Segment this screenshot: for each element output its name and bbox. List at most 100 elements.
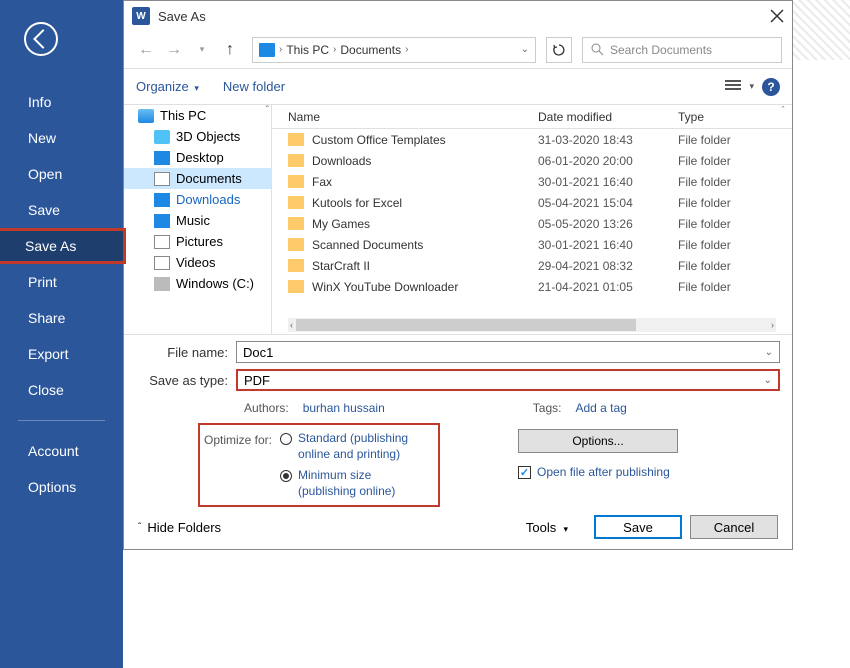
file-type: File folder [678,259,731,273]
sidebar-item-open[interactable]: Open [0,156,123,192]
file-date: 29-04-2021 08:32 [538,259,678,273]
sidebar-item-share[interactable]: Share [0,300,123,336]
tree-pictures[interactable]: Pictures [124,231,271,252]
cancel-button[interactable]: Cancel [690,515,778,539]
authors-value[interactable]: burhan hussain [303,401,385,415]
col-date[interactable]: Date modified [538,110,678,124]
file-name: My Games [312,217,370,231]
tree-music[interactable]: Music [124,210,271,231]
file-date: 30-01-2021 16:40 [538,238,678,252]
downloads-icon [154,193,170,207]
table-row[interactable]: Scanned Documents 30-01-2021 16:40File fo… [272,234,792,255]
file-date: 21-04-2021 01:05 [538,280,678,294]
dropdown-icon[interactable]: ⌄ [765,347,773,358]
table-row[interactable]: Kutools for Excel05-04-2021 15:04File fo… [272,192,792,213]
nav-recent-caret-icon[interactable]: ▾ [190,38,214,62]
sidebar-item-save-as[interactable]: Save As [0,228,126,264]
filename-input[interactable]: Doc1⌄ [236,341,780,363]
explorer: ˆ This PC 3D Objects Desktop Documents D… [124,105,792,335]
file-name: Custom Office Templates [312,133,446,147]
nav-up-icon[interactable]: ↑ [218,38,242,62]
view-caret-icon[interactable]: ▾ [749,81,754,92]
radio-minimum[interactable]: Minimum size (publishing online) [280,468,428,499]
toolbar: Organize ▾ New folder ▾ ? [124,69,792,105]
tree-videos[interactable]: Videos [124,252,271,273]
tree-windows-c[interactable]: Windows (C:) [124,273,271,294]
table-row[interactable]: StarCraft II29-04-2021 08:32File folder [272,255,792,276]
scroll-left-icon[interactable]: ‹ [288,320,295,330]
file-type: File folder [678,217,731,231]
folder-tree: ˆ This PC 3D Objects Desktop Documents D… [124,105,272,334]
sidebar-item-info[interactable]: Info [0,84,123,120]
breadcrumb[interactable]: › This PC › Documents › ⌄ [252,37,536,63]
options-button[interactable]: Options... [518,429,678,453]
col-name[interactable]: Name [288,110,538,124]
authors-label: Authors: [244,401,289,415]
tags-value[interactable]: Add a tag [575,401,626,415]
table-row[interactable]: Custom Office Templates31-03-2020 18:43F… [272,129,792,150]
tree-documents[interactable]: Documents [124,168,271,189]
chevron-up-icon: ˆ [138,522,141,533]
sidebar-item-export[interactable]: Export [0,336,123,372]
tree-this-pc[interactable]: This PC [124,105,271,126]
table-row[interactable]: Fax30-01-2021 16:40File folder [272,171,792,192]
scroll-up-icon[interactable]: ˆ [266,105,269,116]
save-type-label: Save as type: [136,373,236,388]
dialog-title: Save As [158,9,770,24]
sidebar-item-save[interactable]: Save [0,192,123,228]
scrollbar-thumb[interactable] [296,319,636,331]
organize-button[interactable]: Organize ▾ [136,79,199,94]
hide-folders-button[interactable]: ˆ Hide Folders [138,520,221,535]
horizontal-scrollbar[interactable]: ‹ › [288,318,776,332]
documents-icon [154,172,170,186]
file-date: 30-01-2021 16:40 [538,175,678,189]
breadcrumb-folder[interactable]: Documents [340,43,401,57]
radio-standard[interactable]: Standard (publishing online and printing… [280,431,428,462]
close-icon[interactable] [770,9,784,23]
tree-downloads[interactable]: Downloads [124,189,271,210]
nav-back-icon[interactable]: ← [134,38,158,62]
checkbox-icon: ✓ [518,466,531,479]
search-placeholder: Search Documents [610,43,712,57]
scroll-right-icon[interactable]: › [769,320,776,330]
breadcrumb-dropdown-icon[interactable]: ⌄ [521,44,529,55]
file-list: Name Date modified Type Custom Office Te… [272,105,792,334]
folder-icon [288,133,304,146]
pc-icon [138,109,154,123]
back-button[interactable] [24,22,58,56]
nav-forward-icon: → [162,38,186,62]
table-row[interactable]: WinX YouTube Downloader21-04-2021 01:05F… [272,276,792,297]
folder-icon [288,154,304,167]
col-type[interactable]: Type [678,110,758,124]
breadcrumb-pc[interactable]: This PC [286,43,329,57]
sidebar-item-options[interactable]: Options [0,469,123,505]
chevron-right-icon: › [333,44,336,55]
tools-dropdown[interactable]: Tools ▾ [526,520,568,535]
help-icon[interactable]: ? [762,78,780,96]
new-folder-button[interactable]: New folder [223,79,285,94]
word-icon: W [132,7,150,25]
sidebar-item-new[interactable]: New [0,120,123,156]
file-type: File folder [678,154,731,168]
file-type: File folder [678,133,731,147]
search-input[interactable]: Search Documents [582,37,782,63]
sidebar-item-close[interactable]: Close [0,372,123,408]
save-button[interactable]: Save [594,515,682,539]
save-type-select[interactable]: PDF⌄ [236,369,780,391]
scroll-up-icon[interactable]: ˆ [776,105,790,119]
file-name: Scanned Documents [312,238,423,252]
vertical-scrollbar[interactable]: ˆ [776,105,790,314]
word-backstage-sidebar: Info New Open Save Save As Print Share E… [0,0,123,668]
table-row[interactable]: My Games05-05-2020 13:26File folder [272,213,792,234]
dropdown-icon[interactable]: ⌄ [764,375,772,386]
pc-icon [259,43,275,57]
tree-desktop[interactable]: Desktop [124,147,271,168]
open-after-checkbox[interactable]: ✓ Open file after publishing [518,465,780,479]
sidebar-item-print[interactable]: Print [0,264,123,300]
refresh-button[interactable] [546,37,572,63]
view-mode-icon[interactable] [725,80,741,94]
table-row[interactable]: Downloads06-01-2020 20:00File folder [272,150,792,171]
file-type: File folder [678,238,731,252]
tree-3d-objects[interactable]: 3D Objects [124,126,271,147]
sidebar-item-account[interactable]: Account [0,433,123,469]
